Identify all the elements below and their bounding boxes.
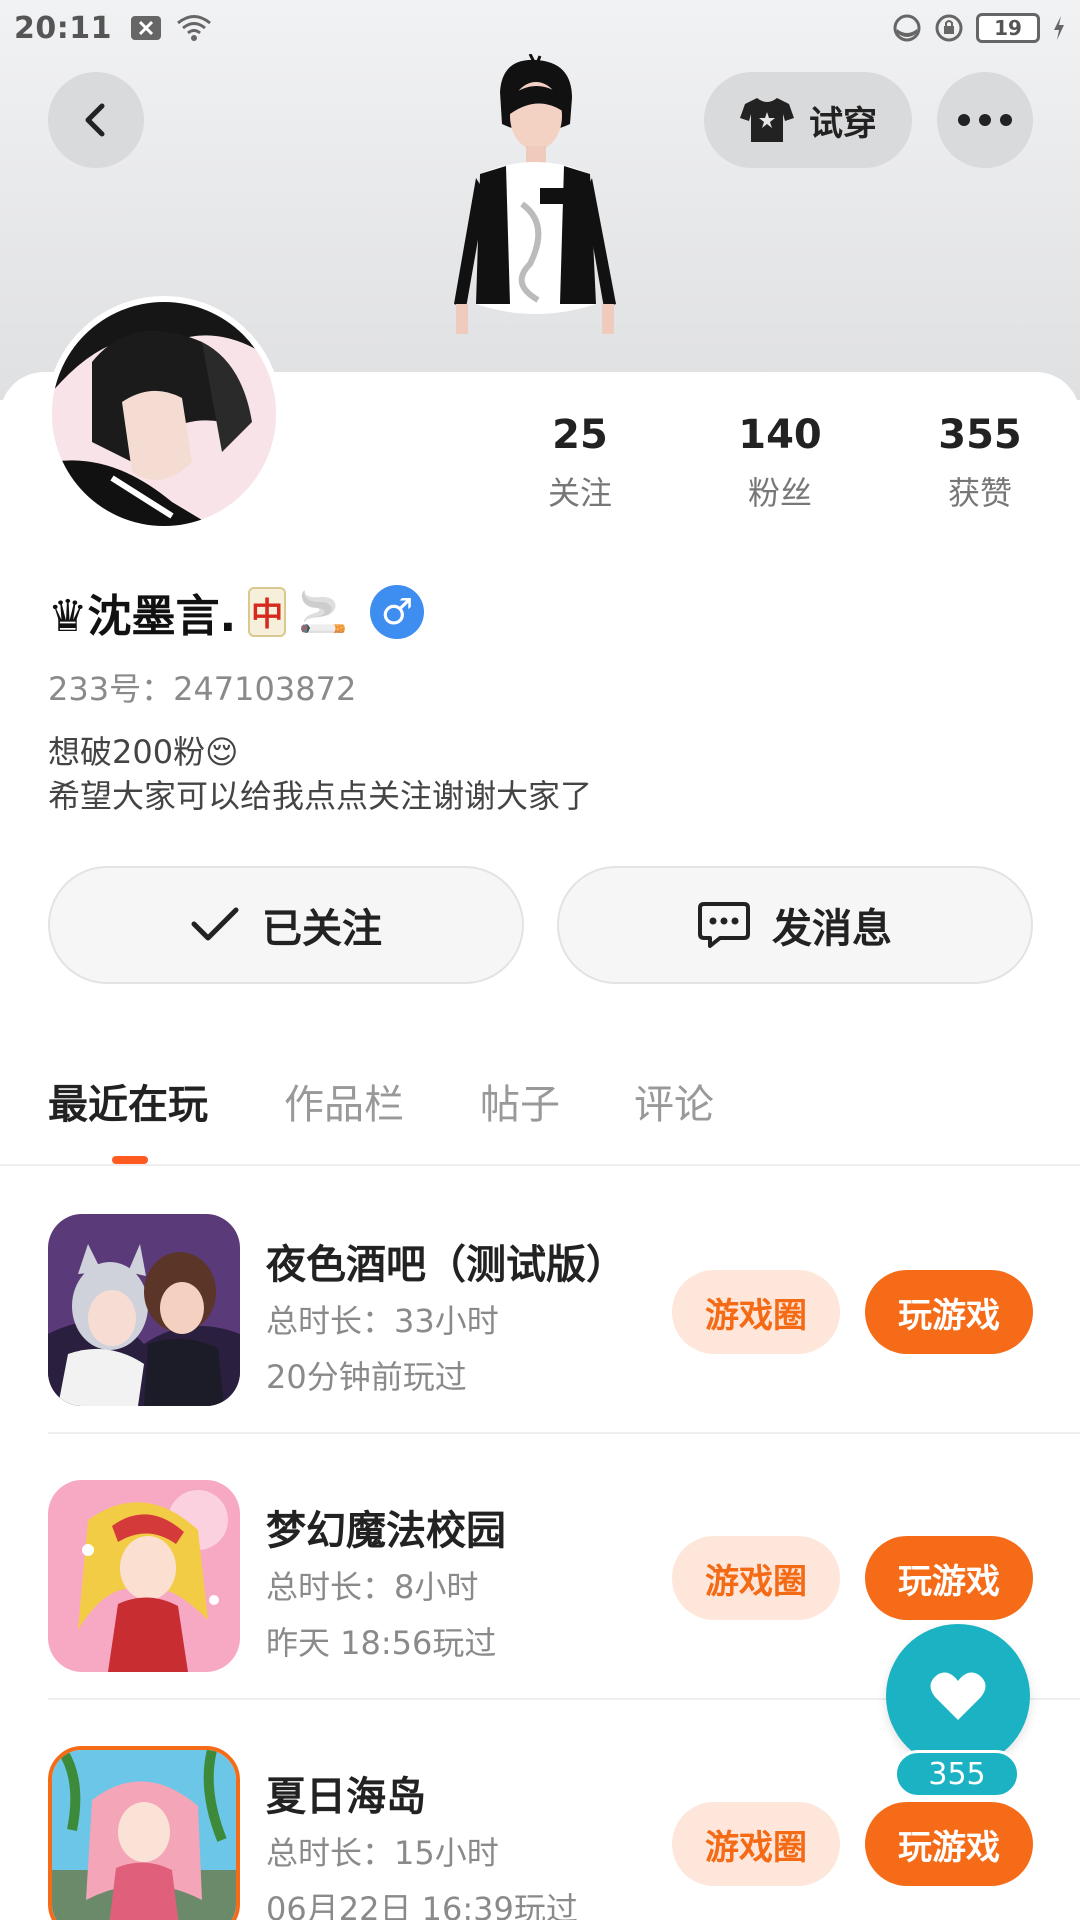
like-floating-button[interactable] [886, 1624, 1030, 1768]
wifi-icon [176, 14, 212, 42]
game-icon [48, 1480, 240, 1672]
rotation-lock-icon [934, 13, 964, 43]
chevron-left-icon [85, 103, 105, 137]
stat-likes[interactable]: 355 获赞 [880, 412, 1080, 514]
stat-following[interactable]: 25 关注 [480, 412, 680, 514]
status-bar: 20:11 19 [0, 0, 1080, 56]
game-title: 夏日海岛 [266, 1774, 426, 1820]
chat-bubble-icon [698, 902, 750, 948]
active-tab-indicator [112, 1156, 148, 1164]
stat-following-label: 关注 [547, 474, 612, 512]
stat-fans-value: 140 [738, 412, 822, 458]
game-icon [48, 1214, 240, 1406]
game-duration: 总时长：8小时 [266, 1568, 479, 1606]
checkmark-icon [191, 907, 239, 941]
user-id: 233号：247103872 [48, 670, 357, 708]
male-gender-icon: ♂ [369, 585, 424, 639]
bio-line: 希望大家可以给我点点关注谢谢大家了 [48, 777, 593, 815]
more-dots-icon [958, 114, 1012, 126]
back-button[interactable] [48, 72, 144, 168]
game-icon [48, 1746, 240, 1920]
username: ♛沈墨言. [48, 591, 237, 642]
play-game-button[interactable]: 玩游戏 [865, 1270, 1033, 1354]
tab-posts[interactable]: 帖子 [480, 1072, 560, 1130]
stat-likes-label: 获赞 [947, 474, 1012, 512]
game-last-played: 20分钟前玩过 [266, 1358, 467, 1396]
battery-indicator: 19 [976, 13, 1040, 43]
stat-following-value: 25 [552, 412, 608, 458]
shirt-icon [740, 98, 794, 142]
tab-comments[interactable]: 评论 [634, 1072, 714, 1130]
following-label: 已关注 [262, 906, 382, 952]
following-button[interactable]: 已关注 [48, 866, 524, 984]
game-title: 夜色酒吧（测试版） [266, 1242, 626, 1288]
notification-icon [130, 15, 162, 41]
game-duration: 总时长：15小时 [266, 1834, 499, 1872]
game-circle-button[interactable]: 游戏圈 [672, 1270, 840, 1354]
try-on-button[interactable]: 试穿 [704, 72, 912, 168]
profile-stats: 25 关注 140 粉丝 355 获赞 [480, 412, 1080, 514]
charging-icon [1052, 15, 1066, 41]
stat-fans[interactable]: 140 粉丝 [680, 412, 880, 514]
play-game-button[interactable]: 玩游戏 [865, 1802, 1033, 1886]
mahjong-tile-emoji: 中 [248, 587, 287, 637]
status-time: 20:11 [14, 10, 112, 46]
list-item[interactable]: 夜色酒吧（测试版） 总时长：33小时 20分钟前玩过 游戏圈 玩游戏 [0, 1168, 1080, 1434]
tab-recently-played[interactable]: 最近在玩 [48, 1072, 208, 1130]
tab-works[interactable]: 作品栏 [284, 1072, 404, 1130]
cigarette-emoji: 🚬 [298, 589, 348, 636]
username-row: ♛沈墨言. 中 🚬 ♂ [48, 580, 424, 644]
bio-line: 想破200粉😌 [48, 733, 239, 771]
user-avatar[interactable] [46, 296, 282, 532]
game-circle-button[interactable]: 游戏圈 [672, 1802, 840, 1886]
like-count-badge: 355 [894, 1750, 1020, 1798]
user-bio: 想破200粉😌 希望大家可以给我点点关注谢谢大家了 [48, 730, 592, 818]
game-duration: 总时长：33小时 [266, 1302, 499, 1340]
heart-icon [930, 1672, 986, 1720]
game-title: 梦幻魔法校园 [266, 1508, 506, 1554]
send-message-button[interactable]: 发消息 [557, 866, 1033, 984]
profile-tabs: 最近在玩 作品栏 帖子 评论 [0, 1060, 1080, 1166]
character-3d-avatar[interactable] [440, 53, 630, 374]
game-circle-button[interactable]: 游戏圈 [672, 1536, 840, 1620]
more-button[interactable] [937, 72, 1033, 168]
game-last-played: 06月22日 16:39玩过 [266, 1890, 578, 1920]
try-on-label: 试穿 [809, 103, 877, 144]
play-game-button[interactable]: 玩游戏 [865, 1536, 1033, 1620]
game-last-played: 昨天 18:56玩过 [266, 1624, 497, 1662]
data-saver-icon [892, 13, 922, 43]
send-message-label: 发消息 [772, 906, 892, 952]
stat-likes-value: 355 [938, 412, 1022, 458]
stat-fans-label: 粉丝 [747, 474, 812, 512]
